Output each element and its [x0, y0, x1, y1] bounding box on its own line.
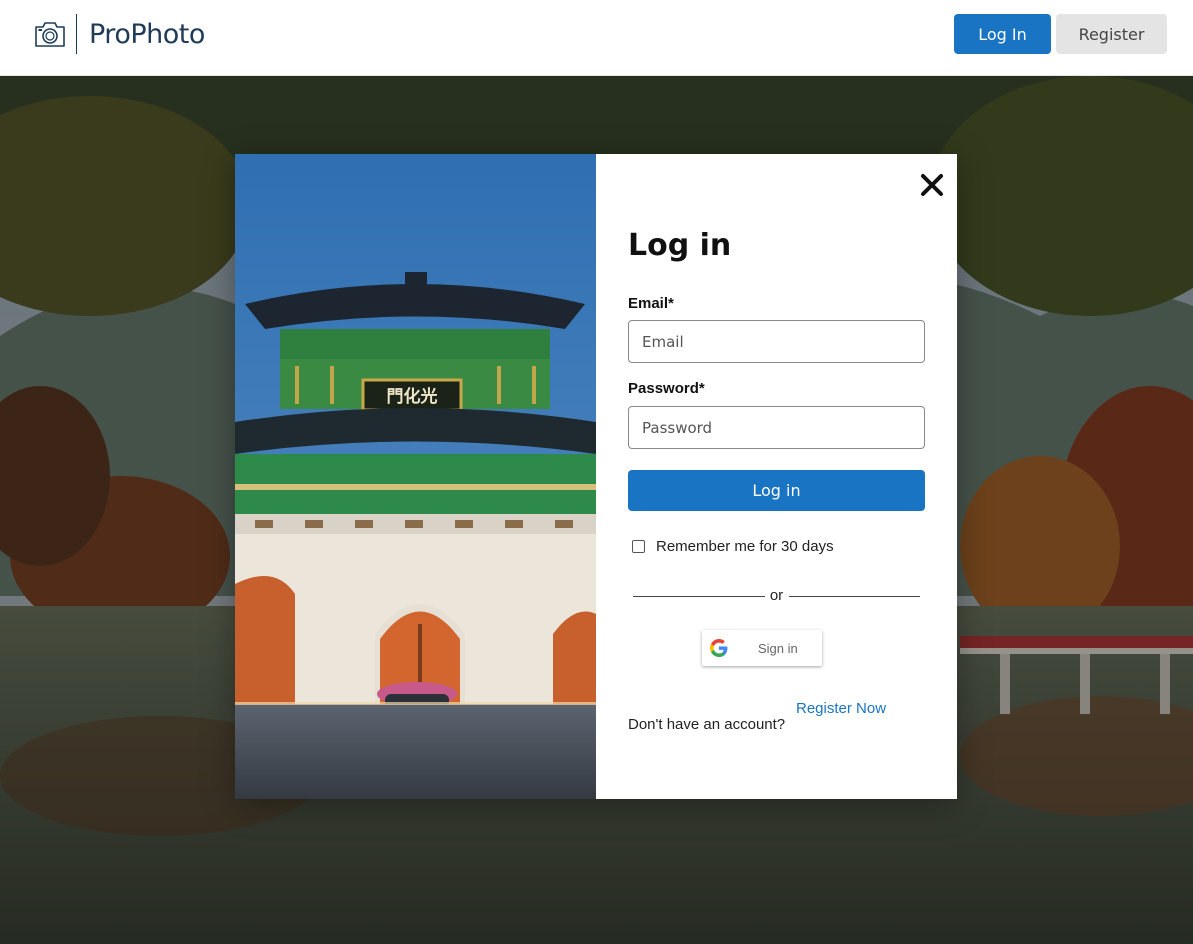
- no-account-text: Don't have an account?: [628, 716, 786, 733]
- login-submit-button[interactable]: Log in: [628, 470, 925, 511]
- google-sign-in-button[interactable]: Sign in: [702, 630, 822, 666]
- register-now-link[interactable]: Register Now: [796, 700, 886, 717]
- logo-divider: [76, 14, 77, 54]
- remember-me-checkbox[interactable]: [632, 540, 645, 553]
- email-input[interactable]: [628, 320, 925, 363]
- password-label: Password*: [628, 380, 705, 397]
- google-logo-icon: [710, 639, 728, 657]
- close-icon[interactable]: [919, 172, 945, 198]
- header-register-button[interactable]: Register: [1056, 14, 1167, 54]
- gwanghwamun-gate-illustration: 門化光: [235, 154, 596, 799]
- brand-name: ProPhoto: [89, 18, 205, 50]
- or-divider: or: [633, 586, 920, 606]
- google-sign-in-label: Sign in: [758, 640, 798, 656]
- modal-gate-image: 門化光: [235, 154, 596, 799]
- camera-icon: [32, 14, 68, 54]
- or-line-right: [789, 596, 920, 597]
- gate-signboard-text: 門化光: [387, 386, 438, 407]
- remember-me-row[interactable]: Remember me for 30 days: [632, 538, 834, 555]
- header-login-button[interactable]: Log In: [954, 14, 1051, 54]
- password-input[interactable]: [628, 406, 925, 449]
- top-header: ProPhoto Log In Register: [0, 0, 1193, 76]
- remember-me-label: Remember me for 30 days: [656, 538, 834, 555]
- login-modal: 門化光 Log in Email* Email Password* Log in…: [235, 154, 957, 799]
- brand-logo[interactable]: ProPhoto: [32, 14, 205, 54]
- email-label: Email*: [628, 295, 674, 312]
- login-form: Log in Email* Password* Log in Remember …: [596, 154, 957, 799]
- login-title: Log in: [628, 228, 732, 263]
